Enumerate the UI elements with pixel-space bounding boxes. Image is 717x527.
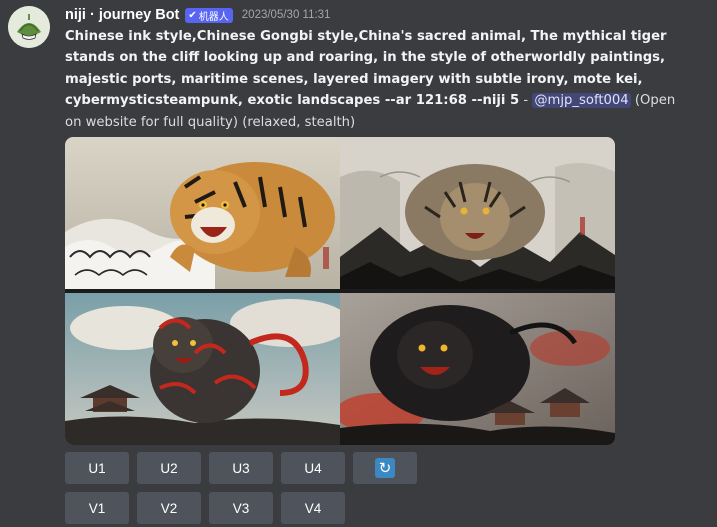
prompt-separator: -: [519, 93, 533, 109]
upscale-button-1[interactable]: U1: [65, 452, 129, 484]
tiger-on-cliff-image[interactable]: [340, 137, 615, 289]
author-name[interactable]: niji · journey Bot: [65, 7, 179, 23]
reroll-button[interactable]: ↻: [353, 452, 417, 484]
variation-button-3[interactable]: V3: [209, 492, 273, 524]
chat-message: niji · journey Bot ✔ 机器人 2023/05/30 11:3…: [0, 0, 717, 527]
variation-button-1[interactable]: V1: [65, 492, 129, 524]
message-header: niji · journey Bot ✔ 机器人 2023/05/30 11:3…: [65, 5, 330, 25]
upscale-button-2[interactable]: U2: [137, 452, 201, 484]
user-mention[interactable]: @mjp_soft004: [532, 93, 631, 109]
message-content: Chinese ink style,Chinese Gongbi style,C…: [65, 26, 695, 133]
upscale-button-3[interactable]: U3: [209, 452, 273, 484]
image-grid[interactable]: [65, 137, 615, 445]
upscale-button-4[interactable]: U4: [281, 452, 345, 484]
tiger-in-waves-image[interactable]: [65, 137, 340, 289]
message-timestamp: 2023/05/30 11:31: [241, 9, 331, 21]
variation-button-row: V1 V2 V3 V4: [65, 492, 345, 524]
checkmark-icon: ✔: [188, 9, 197, 21]
black-tiger-temple-image[interactable]: [340, 293, 615, 445]
bot-avatar[interactable]: [8, 6, 50, 48]
bot-badge-label: 机器人: [198, 11, 229, 23]
reroll-icon: ↻: [375, 458, 395, 478]
variation-button-4[interactable]: V4: [281, 492, 345, 524]
red-tiger-temple-image[interactable]: [65, 293, 340, 445]
upscale-button-row: U1 U2 U3 U4 ↻: [65, 452, 417, 484]
bot-badge: ✔ 机器人: [185, 7, 233, 23]
variation-button-2[interactable]: V2: [137, 492, 201, 524]
